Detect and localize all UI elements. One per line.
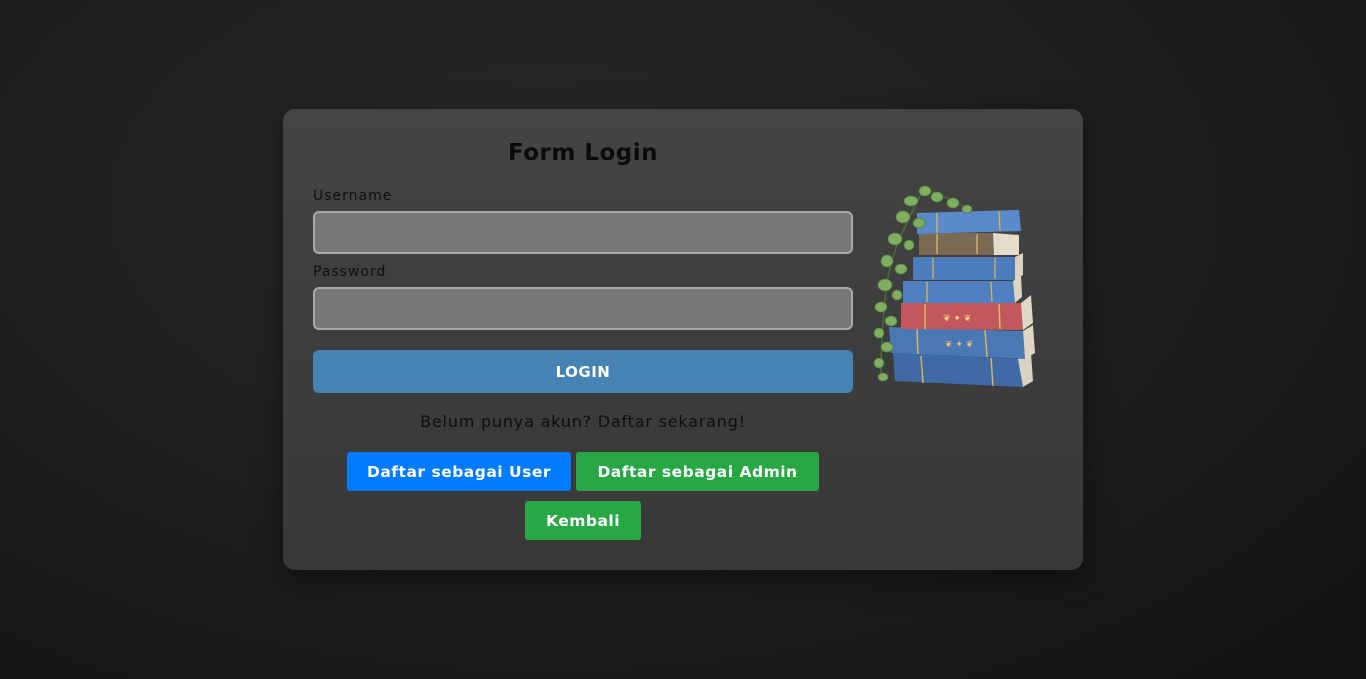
book-spine bbox=[917, 210, 1021, 234]
register-prompt: Belum punya akun? Daftar sekarang! bbox=[420, 412, 746, 431]
book-spine bbox=[913, 253, 1023, 280]
stacked-books-icon: ❦ ✦ ❦ ❦ ✦ ❦ bbox=[873, 185, 1035, 387]
back-button[interactable]: Kembali bbox=[525, 501, 641, 540]
login-button[interactable]: LOGIN bbox=[313, 350, 853, 393]
register-user-button[interactable]: Daftar sebagai User bbox=[347, 452, 571, 491]
book-spine bbox=[919, 233, 1019, 255]
login-card: Form Login Username Password LOGIN Belum… bbox=[283, 109, 1083, 570]
form-title: Form Login bbox=[507, 140, 659, 166]
register-admin-button[interactable]: Daftar sebagai Admin bbox=[576, 452, 819, 491]
svg-text:❦ ✦ ❦: ❦ ✦ ❦ bbox=[943, 314, 971, 324]
username-label: Username bbox=[313, 188, 393, 204]
username-input[interactable] bbox=[313, 211, 853, 254]
password-input[interactable] bbox=[313, 287, 853, 330]
password-label: Password bbox=[313, 264, 387, 280]
svg-text:❦ ✦ ❦: ❦ ✦ ❦ bbox=[945, 340, 973, 350]
